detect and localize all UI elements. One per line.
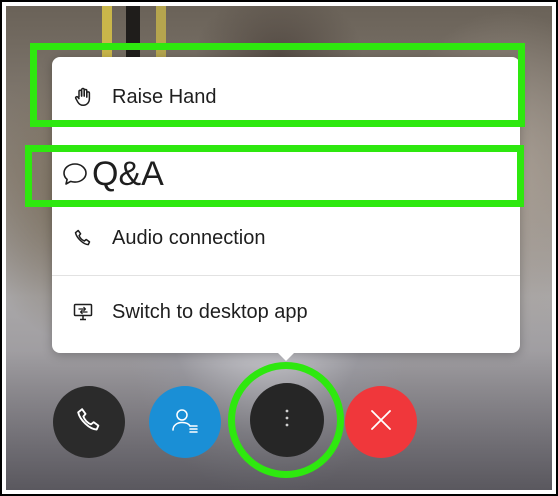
phone-icon (76, 407, 102, 438)
leave-meeting-button[interactable] (345, 386, 417, 458)
participants-icon (170, 406, 200, 439)
raise-hand-menu-item[interactable]: Raise Hand (52, 71, 520, 123)
hand-icon (72, 86, 94, 108)
qa-label: Q&A (92, 154, 164, 193)
audio-connection-label: Audio connection (112, 226, 266, 249)
close-icon (369, 408, 393, 437)
desktop-app-icon (72, 301, 94, 323)
speech-bubble-icon (62, 161, 88, 187)
more-options-button[interactable] (250, 383, 324, 457)
participants-button[interactable] (149, 386, 221, 458)
menu-pointer (277, 352, 295, 361)
raise-hand-label: Raise Hand (112, 85, 217, 108)
switch-desktop-menu-item[interactable]: Switch to desktop app (52, 289, 520, 335)
menu-divider (52, 275, 520, 276)
phone-icon (72, 227, 94, 249)
call-button[interactable] (53, 386, 125, 458)
more-vertical-icon (284, 408, 290, 433)
audio-connection-menu-item[interactable]: Audio connection (52, 215, 520, 261)
more-options-menu: Raise Hand Q&A Audio connection Switch t… (52, 57, 520, 353)
switch-desktop-label: Switch to desktop app (112, 300, 308, 323)
qa-menu-item[interactable]: Q&A (52, 145, 520, 203)
